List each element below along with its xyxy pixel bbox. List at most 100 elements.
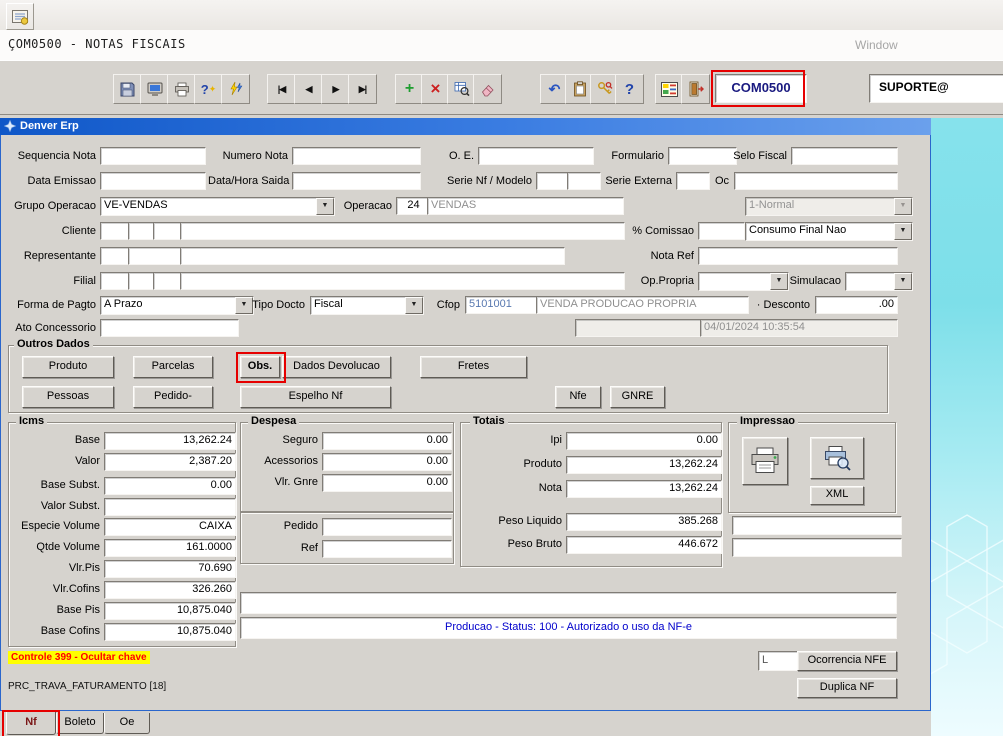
data-hora-saida-field[interactable] [292, 172, 421, 190]
icms-base-cofins-field[interactable]: 10,875.040 [104, 623, 236, 641]
hint-button[interactable]: ? ✦ [194, 74, 223, 104]
nfe-button[interactable]: Nfe [555, 386, 601, 408]
ato-concessorio-field[interactable] [100, 319, 239, 337]
duplica-nf-button[interactable]: Duplica NF [797, 678, 897, 698]
icms-valor-label: Valor [75, 455, 100, 467]
icms-especie-volume-field[interactable]: CAIXA [104, 518, 236, 536]
chevron-down-icon[interactable]: ▼ [405, 297, 423, 314]
ocorrencia-nfe-button[interactable]: Ocorrencia NFE [797, 651, 897, 671]
top-strip [0, 0, 1003, 31]
peso-bruto-field[interactable]: 446.672 [566, 536, 722, 554]
filial-name-field[interactable] [180, 272, 625, 290]
ref-field[interactable] [322, 540, 452, 558]
serie-externa-field[interactable] [676, 172, 710, 190]
vlr-gnre-field[interactable]: 0.00 [322, 474, 452, 492]
fretes-button[interactable]: Fretes [420, 356, 527, 378]
chave-field[interactable] [240, 592, 897, 614]
pedido-button[interactable]: Pedido- [133, 386, 213, 408]
icms-especie-volume-label: Especie Volume [21, 520, 100, 532]
oc-field[interactable] [734, 172, 898, 190]
selo-fiscal-field[interactable] [791, 147, 898, 165]
ipi-field[interactable]: 0.00 [566, 432, 722, 450]
serie-nf-field[interactable] [536, 172, 571, 190]
imprimir-button[interactable] [742, 437, 788, 485]
pedido-field[interactable] [322, 518, 452, 536]
acessorios-field[interactable]: 0.00 [322, 453, 452, 471]
user-field[interactable]: SUPORTE@ [869, 74, 1003, 103]
chevron-down-icon[interactable]: ▼ [894, 273, 912, 290]
app-icon-button[interactable] [6, 3, 34, 30]
previous-record-button[interactable]: ◀ [294, 74, 323, 104]
query-magnifier-icon [454, 82, 470, 97]
representante-code2-field[interactable] [128, 247, 185, 265]
vlr-gnre-label: Vlr. Gnre [274, 476, 318, 488]
simulacao-label: Simulacao [789, 275, 841, 287]
query-button[interactable] [447, 74, 476, 104]
delete-record-button[interactable]: × [421, 74, 450, 104]
next-record-button[interactable]: ▶ [321, 74, 350, 104]
peso-liquido-field[interactable]: 385.268 [566, 513, 722, 531]
oe-field[interactable] [478, 147, 594, 165]
icms-base-pis-field[interactable]: 10,875.040 [104, 602, 236, 620]
cliente-name-field[interactable] [180, 222, 625, 240]
clear-button[interactable] [473, 74, 502, 104]
last-record-button[interactable]: ▶| [348, 74, 377, 104]
forma-pagto-select[interactable]: A Prazo ▼ [100, 296, 254, 315]
icms-base-field[interactable]: 13,262.24 [104, 432, 236, 450]
icms-vlr-pis-field[interactable]: 70.690 [104, 560, 236, 578]
execute-button[interactable] [221, 74, 250, 104]
exit-button[interactable] [681, 74, 710, 104]
produto-button[interactable]: Produto [22, 356, 114, 378]
screen-button[interactable] [140, 74, 169, 104]
tab-nf[interactable]: Nf [6, 712, 56, 735]
impressao-extra-field-1[interactable] [732, 516, 902, 535]
icms-base-subst-field[interactable]: 0.00 [104, 477, 236, 495]
grupo-operacao-select[interactable]: VE-VENDAS ▼ [100, 197, 335, 216]
despesa-legend: Despesa [248, 415, 300, 427]
icms-qtde-volume-field[interactable]: 161.0000 [104, 539, 236, 557]
numero-nota-field[interactable] [292, 147, 421, 165]
save-button[interactable] [113, 74, 142, 104]
xml-button[interactable]: XML [810, 486, 864, 505]
desconto-field[interactable]: .00 [815, 296, 898, 314]
first-record-button[interactable]: |◀ [267, 74, 296, 104]
espelho-nf-button[interactable]: Espelho Nf [240, 386, 391, 408]
seguro-field[interactable]: 0.00 [322, 432, 452, 450]
totais-produto-field[interactable]: 13,262.24 [566, 456, 722, 474]
preview-button[interactable] [810, 437, 864, 479]
impressao-extra-field-2[interactable] [732, 538, 902, 557]
menu-button[interactable] [655, 74, 684, 104]
simulacao-select[interactable]: ▼ [845, 272, 913, 291]
chevron-down-icon[interactable]: ▼ [894, 223, 912, 240]
icms-valor-field[interactable]: 2,387.20 [104, 453, 236, 471]
dados-devolucao-button[interactable]: Dados Devolucao [282, 356, 391, 378]
controle-alert: Controle 399 - Ocultar chave [8, 651, 150, 664]
tab-boleto[interactable]: Boleto [56, 713, 104, 734]
insert-record-button[interactable]: + [395, 74, 424, 104]
representante-name-field[interactable] [180, 247, 565, 265]
gnre-button[interactable]: GNRE [610, 386, 665, 408]
tab-oe[interactable]: Oe [104, 713, 150, 734]
pessoas-button[interactable]: Pessoas [22, 386, 114, 408]
consumo-final-select[interactable]: Consumo Final Nao ▼ [745, 222, 913, 241]
cfop-field[interactable]: 5101001 [465, 296, 540, 314]
obs-button[interactable]: Obs. [240, 356, 280, 378]
help-button[interactable]: ? [615, 74, 644, 104]
sequencia-nota-field[interactable] [100, 147, 206, 165]
icms-valor-subst-field[interactable] [104, 498, 236, 516]
nota-ref-field[interactable] [698, 247, 898, 265]
icms-vlr-cofins-field[interactable]: 326.260 [104, 581, 236, 599]
chevron-down-icon[interactable]: ▼ [316, 198, 334, 215]
totais-nota-field[interactable]: 13,262.24 [566, 480, 722, 498]
window-title: ÇOM0500 - NOTAS FISCAIS [8, 37, 186, 51]
lightning-icon [229, 81, 242, 96]
parcelas-button[interactable]: Parcelas [133, 356, 213, 378]
print-button[interactable] [167, 74, 196, 104]
tipo-docto-select[interactable]: Fiscal ▼ [310, 296, 424, 315]
l-field[interactable]: L [758, 651, 802, 671]
operacao-field[interactable]: 24 [396, 197, 431, 215]
data-emissao-field[interactable] [100, 172, 206, 190]
comissao-field[interactable] [698, 222, 745, 240]
window-menu[interactable]: Window [855, 38, 898, 52]
reserved-display-field [575, 319, 704, 337]
